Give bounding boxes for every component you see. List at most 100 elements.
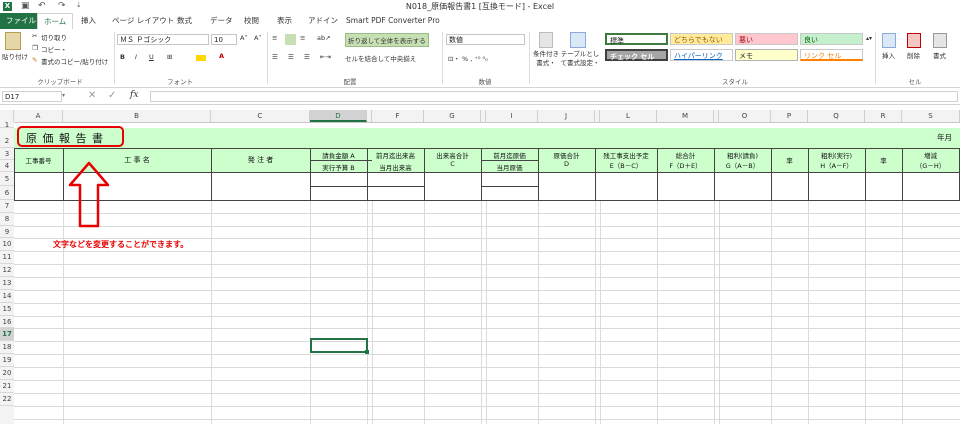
row-header[interactable]: 20: [0, 367, 14, 380]
row-header[interactable]: 7: [0, 200, 14, 213]
font-size-select[interactable]: 10: [211, 34, 237, 45]
style-good[interactable]: 良い: [800, 33, 863, 45]
row-header[interactable]: 5: [0, 172, 14, 186]
row-header[interactable]: 15: [0, 303, 14, 316]
column-header-j[interactable]: J: [538, 110, 595, 122]
tab-review[interactable]: 校閲: [238, 13, 265, 29]
header-cost-total[interactable]: 原価合計: [538, 150, 595, 160]
column-header-b[interactable]: B: [63, 110, 211, 122]
align-left-icon[interactable]: ☰: [272, 53, 278, 61]
header-prev-done[interactable]: 前月迄出来高: [367, 150, 424, 160]
paste-icon[interactable]: [5, 32, 21, 50]
format-as-table-icon[interactable]: [570, 32, 586, 48]
column-header-s[interactable]: S: [902, 110, 960, 122]
tab-view[interactable]: 表示: [271, 13, 298, 29]
column-header-i[interactable]: I: [486, 110, 538, 122]
insert-function-button[interactable]: fx: [130, 90, 138, 100]
style-check-cell[interactable]: チェック セル: [605, 49, 668, 61]
row-header[interactable]: 14: [0, 290, 14, 303]
insert-cells-icon[interactable]: [882, 33, 896, 48]
bold-button[interactable]: B: [120, 53, 125, 61]
row-header[interactable]: 3: [0, 148, 14, 160]
orientation-icon[interactable]: ab↗: [317, 34, 331, 42]
header-work-no[interactable]: 工事番号: [14, 155, 63, 165]
merge-center-button[interactable]: セルを結合して中央揃え: [345, 53, 416, 63]
underline-button[interactable]: U: [149, 53, 154, 61]
font-color-icon[interactable]: A: [219, 52, 224, 60]
conditional-format-button[interactable]: 条件付き書式・: [531, 50, 561, 68]
header-rate-1[interactable]: 率: [771, 155, 808, 165]
name-box[interactable]: D17: [2, 91, 62, 102]
style-bad[interactable]: 悪い: [735, 33, 798, 45]
header-profit-contract[interactable]: 粗利(請負): [714, 150, 771, 160]
column-header-l[interactable]: L: [600, 110, 657, 122]
row-header[interactable]: 18: [0, 341, 14, 354]
tab-addins[interactable]: アドイン: [302, 13, 344, 29]
header-this-done[interactable]: 当月出来高: [367, 162, 424, 172]
style-linked-cell[interactable]: リンク セル: [800, 49, 863, 61]
row-header[interactable]: 8: [0, 213, 14, 226]
format-as-table-button[interactable]: テーブルとして書式設定・: [560, 50, 600, 68]
tab-data[interactable]: データ: [204, 13, 239, 29]
italic-button[interactable]: I: [135, 53, 137, 61]
header-contract-amount[interactable]: 請負金額 A: [310, 150, 367, 160]
paste-button[interactable]: 貼り付け: [2, 51, 28, 61]
header-grand-total-sub[interactable]: F（D＋E）: [657, 160, 714, 170]
column-header-o[interactable]: O: [719, 110, 771, 122]
header-difference-sub[interactable]: （G－H）: [902, 160, 959, 170]
row-header[interactable]: 11: [0, 251, 14, 264]
enter-icon[interactable]: ✓: [108, 90, 116, 101]
border-icon[interactable]: ⊞: [167, 53, 172, 61]
header-profit-contract-sub[interactable]: G（A－B）: [714, 160, 771, 170]
tab-insert[interactable]: 挿入: [75, 13, 102, 29]
align-bottom-icon[interactable]: ≡: [300, 34, 305, 42]
cancel-icon[interactable]: ✕: [88, 90, 96, 101]
header-profit-execution[interactable]: 粗利(実行): [808, 150, 865, 160]
column-header-r[interactable]: R: [865, 110, 902, 122]
header-done-total-sub[interactable]: C: [424, 160, 481, 168]
header-prev-cost[interactable]: 前月迄原価: [481, 150, 538, 160]
tab-page-layout[interactable]: ページ レイアウト: [106, 13, 180, 29]
column-header-p[interactable]: P: [771, 110, 808, 122]
format-cells-icon[interactable]: [933, 33, 947, 48]
row-header[interactable]: 9: [0, 226, 14, 238]
number-format-select[interactable]: 数値: [446, 34, 525, 45]
row-header[interactable]: 10: [0, 238, 14, 251]
column-header-m[interactable]: M: [657, 110, 714, 122]
align-center-icon[interactable]: ☰: [288, 53, 294, 61]
style-normal[interactable]: 標準: [605, 33, 668, 45]
row-header[interactable]: 2: [0, 128, 14, 148]
column-header-q[interactable]: Q: [808, 110, 865, 122]
tab-home[interactable]: ホーム: [37, 13, 74, 30]
styles-more-icon[interactable]: ▴▾: [866, 35, 872, 42]
copy-icon[interactable]: ❐: [32, 44, 38, 52]
header-cost-total-sub[interactable]: D: [538, 160, 595, 168]
name-box-dropdown-icon[interactable]: ▾: [62, 92, 65, 99]
shrink-font-icon[interactable]: A˅: [254, 34, 262, 42]
header-client[interactable]: 発 注 者: [211, 155, 310, 165]
column-header-d[interactable]: D: [310, 110, 367, 122]
conditional-format-icon[interactable]: [539, 32, 553, 48]
insert-cells-button[interactable]: 挿入: [882, 50, 895, 60]
fill-handle[interactable]: [365, 350, 369, 354]
row-header[interactable]: 19: [0, 354, 14, 367]
column-header-a[interactable]: A: [14, 110, 63, 122]
header-remaining-sub[interactable]: E（B－C）: [595, 160, 657, 170]
format-painter-icon[interactable]: ✎: [32, 56, 37, 64]
header-rate-2[interactable]: 率: [865, 155, 902, 165]
row-header[interactable]: 13: [0, 277, 14, 290]
format-painter-button[interactable]: 書式のコピー/貼り付け: [41, 56, 108, 66]
header-profit-execution-sub[interactable]: H（A－F）: [808, 160, 865, 170]
formula-input[interactable]: [150, 91, 958, 102]
header-this-cost[interactable]: 当月原価: [481, 162, 538, 172]
wrap-text-button[interactable]: 折り返して全体を表示する: [345, 33, 429, 47]
number-format-buttons[interactable]: ⊡・ % , ⁺⁰ ⁰₀: [448, 53, 488, 63]
active-cell-d17[interactable]: [310, 338, 368, 353]
header-grand-total[interactable]: 総合計: [657, 150, 714, 160]
format-cells-button[interactable]: 書式: [933, 50, 946, 60]
style-note[interactable]: メモ: [735, 49, 798, 61]
row-header[interactable]: 6: [0, 186, 14, 200]
column-header-f[interactable]: F: [372, 110, 424, 122]
header-budget[interactable]: 実行予算 B: [310, 162, 367, 172]
column-header-g[interactable]: G: [424, 110, 481, 122]
